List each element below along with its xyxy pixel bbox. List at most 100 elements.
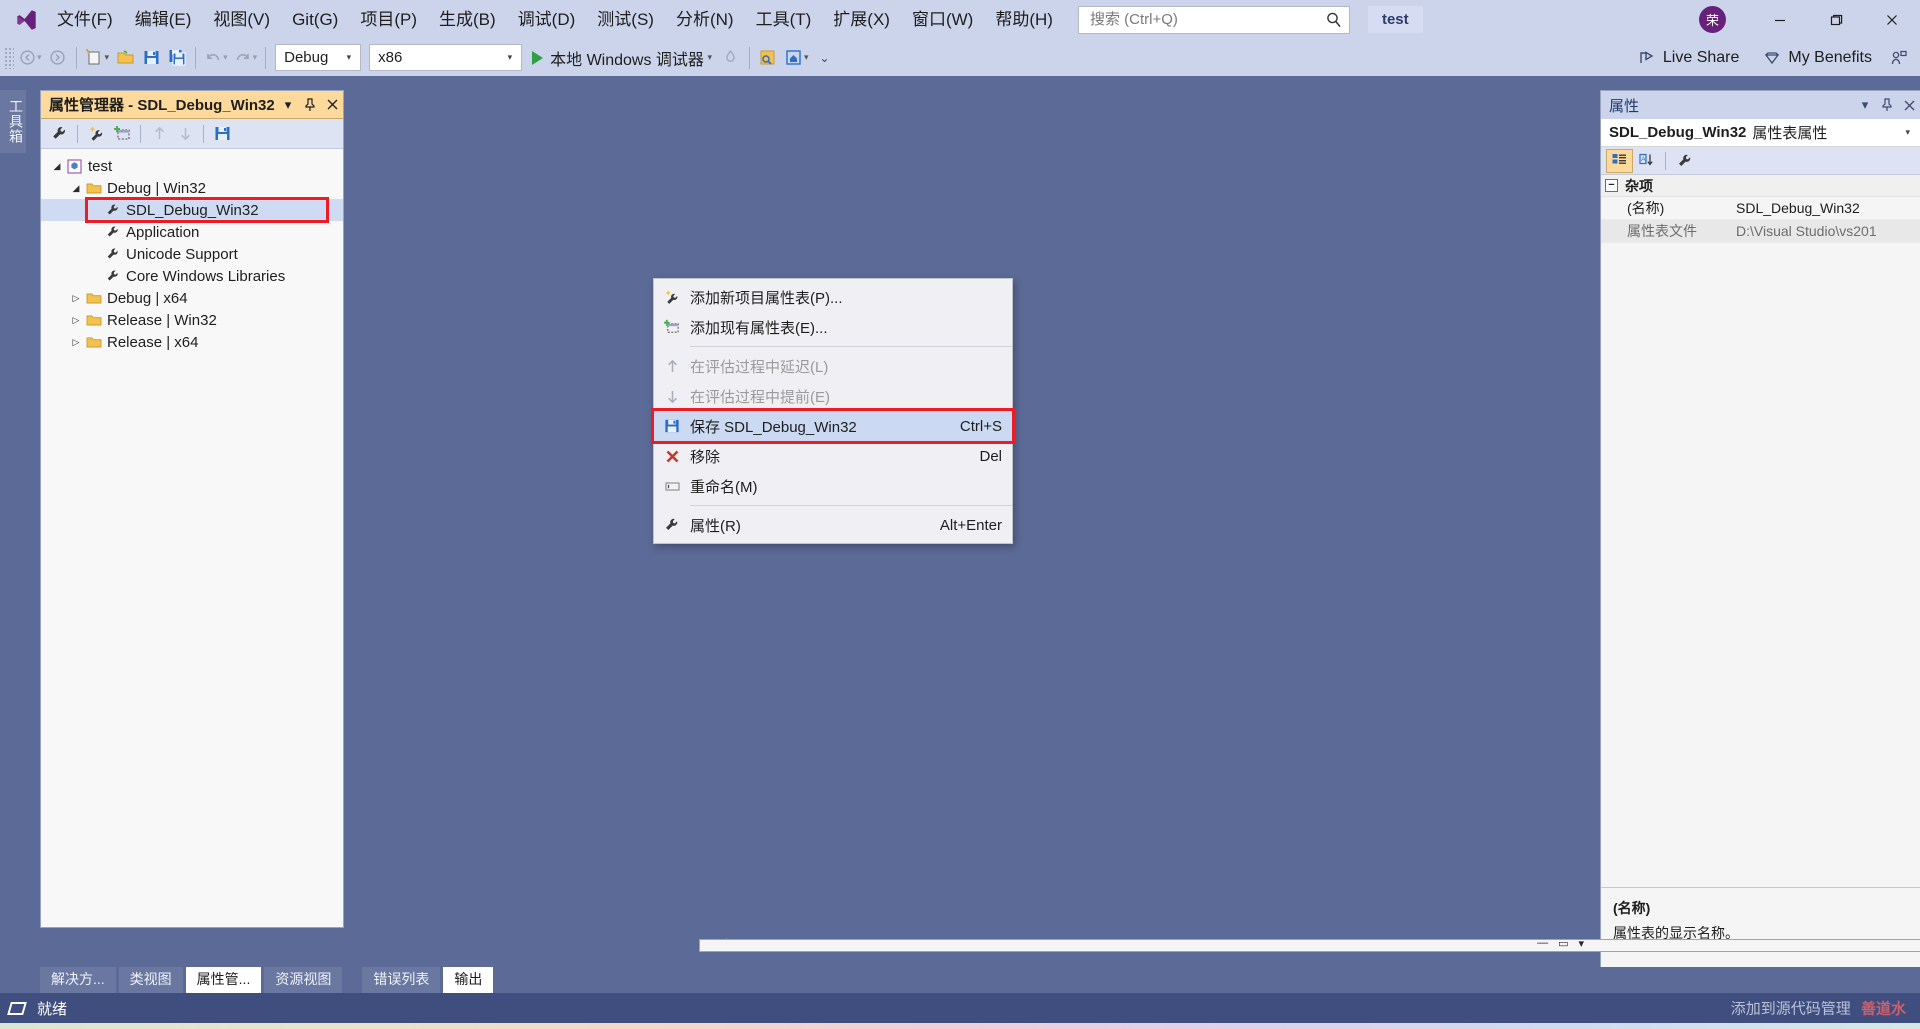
redo-button[interactable]: ▾ bbox=[231, 43, 261, 73]
expander-icon[interactable]: ◢ bbox=[68, 183, 84, 194]
undo-button[interactable]: ▾ bbox=[201, 43, 231, 73]
toolbar-grip[interactable] bbox=[4, 46, 14, 69]
context-menu-item-label: 在评估过程中提前(E) bbox=[690, 388, 830, 406]
menu-tools[interactable]: 工具(T) bbox=[745, 4, 823, 36]
add-existing-sheet-icon bbox=[654, 318, 690, 336]
start-debugging-button[interactable]: 本地 Windows 调试器 ▾ bbox=[526, 43, 718, 73]
menu-build[interactable]: 生成(B) bbox=[428, 4, 507, 36]
chevron-down-icon[interactable]: ▾ bbox=[1899, 127, 1916, 138]
play-icon bbox=[532, 50, 544, 65]
expander-icon[interactable]: ▷ bbox=[68, 337, 84, 348]
navigate-forward-button[interactable] bbox=[45, 43, 71, 73]
alphabetical-view-button[interactable]: A bbox=[1633, 149, 1660, 173]
context-menu-item-label: 移除 bbox=[690, 448, 721, 466]
context-menu-item-add-existing-property-sheet[interactable]: 添加现有属性表(E)... bbox=[654, 312, 1012, 342]
close-button[interactable] bbox=[1864, 0, 1920, 39]
menu-git[interactable]: Git(G) bbox=[281, 4, 349, 36]
property-row-name[interactable]: (名称) SDL_Debug_Win32 bbox=[1601, 197, 1920, 220]
context-menu-item-advance-in-evaluation[interactable]: 在评估过程中提前(E) bbox=[654, 381, 1012, 411]
expander-icon[interactable]: ▷ bbox=[68, 315, 84, 326]
panel-dropdown-button[interactable]: ▾ bbox=[1854, 93, 1876, 117]
tree-item-debug-win32[interactable]: ◢ Debug | Win32 bbox=[41, 177, 343, 199]
navigate-back-button[interactable]: ▾ bbox=[16, 43, 45, 73]
tab-output[interactable]: 输出 bbox=[443, 966, 494, 993]
pin-icon[interactable] bbox=[299, 93, 321, 117]
search-tool-button[interactable] bbox=[755, 43, 781, 73]
context-menu-item-delay-in-evaluation[interactable]: 在评估过程中延迟(L) bbox=[654, 351, 1012, 381]
menu-test[interactable]: 测试(S) bbox=[586, 4, 665, 36]
menu-file[interactable]: 文件(F) bbox=[46, 4, 124, 36]
new-project-button[interactable]: ▾ bbox=[82, 43, 113, 73]
tree-item-core-windows-libraries[interactable]: Core Windows Libraries bbox=[41, 265, 343, 287]
panel-dropdown-button[interactable]: ▾ bbox=[277, 93, 299, 117]
maximize-button[interactable] bbox=[1808, 0, 1864, 39]
toolbar-overflow-button[interactable]: ⌄ bbox=[812, 43, 838, 73]
menu-view[interactable]: 视图(V) bbox=[202, 4, 281, 36]
save-all-button[interactable] bbox=[164, 43, 190, 73]
menu-project[interactable]: 项目(P) bbox=[349, 4, 428, 36]
my-benefits-button[interactable]: My Benefits bbox=[1753, 45, 1882, 71]
tree-item-sdl-debug-win32[interactable]: SDL_Debug_Win32 bbox=[41, 197, 343, 223]
menu-extensions[interactable]: 扩展(X) bbox=[822, 4, 901, 36]
properties-category-misc[interactable]: − 杂项 bbox=[1601, 175, 1920, 197]
add-new-sheet-icon bbox=[89, 126, 102, 141]
toolbar-separator bbox=[203, 124, 204, 143]
pin-icon[interactable] bbox=[1876, 93, 1898, 117]
chevron-down-icon: ▾ bbox=[704, 52, 712, 62]
tree-item-unicode-support[interactable]: Unicode Support bbox=[41, 243, 343, 265]
toolbox-tab[interactable]: 工具箱 bbox=[0, 90, 26, 153]
panel-close-button[interactable] bbox=[1898, 93, 1920, 117]
move-up-button[interactable] bbox=[146, 121, 172, 147]
property-row-sheet-file[interactable]: 属性表文件 D:\Visual Studio\vs201 bbox=[1601, 220, 1920, 243]
tab-class-view[interactable]: 类视图 bbox=[118, 966, 183, 993]
tab-solution-explorer[interactable]: 解决方... bbox=[40, 966, 116, 993]
tree-item-application[interactable]: Application bbox=[41, 221, 343, 243]
expander-icon[interactable]: ◢ bbox=[49, 161, 65, 172]
collapse-icon[interactable]: − bbox=[1605, 179, 1618, 192]
solution-platform-combo[interactable]: x86 ▾ bbox=[369, 44, 523, 71]
tab-error-list[interactable]: 错误列表 bbox=[362, 966, 441, 993]
search-input[interactable] bbox=[1087, 10, 1325, 29]
menu-debug[interactable]: 调试(D) bbox=[507, 4, 587, 36]
tab-resource-view[interactable]: 资源视图 bbox=[264, 966, 343, 993]
tree-item-debug-x64[interactable]: ▷ Debug | x64 bbox=[41, 287, 343, 309]
tree-item-release-win32[interactable]: ▷ Release | Win32 bbox=[41, 309, 343, 331]
expander-icon[interactable]: ▷ bbox=[68, 293, 84, 304]
context-menu-item-remove[interactable]: 移除 Del bbox=[654, 441, 1012, 471]
avatar[interactable]: 荣 bbox=[1699, 6, 1726, 33]
context-menu-item-properties[interactable]: 属性(R) Alt+Enter bbox=[654, 510, 1012, 540]
property-value[interactable]: SDL_Debug_Win32 bbox=[1729, 200, 1920, 216]
open-file-button[interactable] bbox=[112, 43, 138, 73]
context-menu-item-add-new-property-sheet[interactable]: 添加新项目属性表(P)... bbox=[654, 282, 1012, 312]
menu-window[interactable]: 窗口(W) bbox=[901, 4, 984, 36]
properties-object-selector[interactable]: SDL_Debug_Win32 属性表属性 ▾ bbox=[1601, 119, 1920, 147]
menu-help[interactable]: 帮助(H) bbox=[984, 4, 1064, 36]
move-down-button[interactable] bbox=[172, 121, 198, 147]
context-menu-item-save-property-sheet[interactable]: 保存 SDL_Debug_Win32 Ctrl+S bbox=[651, 408, 1015, 444]
panel-close-button[interactable] bbox=[321, 93, 343, 117]
tab-property-manager[interactable]: 属性管... bbox=[185, 966, 262, 993]
context-menu-item-rename[interactable]: 重命名(M) bbox=[654, 471, 1012, 501]
hot-reload-button[interactable] bbox=[718, 43, 744, 73]
save-property-sheet-button[interactable] bbox=[209, 121, 235, 147]
home-button[interactable]: ▾ bbox=[781, 43, 812, 73]
property-pages-button[interactable] bbox=[1671, 149, 1698, 173]
solution-configuration-combo[interactable]: Debug ▾ bbox=[275, 44, 362, 71]
output-maximize-button[interactable]: ▭ bbox=[1558, 937, 1568, 950]
output-minimize-button[interactable]: — bbox=[1537, 937, 1548, 950]
add-existing-property-sheet-button[interactable] bbox=[109, 121, 135, 147]
tree-item-test[interactable]: ◢ test bbox=[41, 155, 343, 177]
save-button[interactable] bbox=[138, 43, 164, 73]
categorized-view-button[interactable] bbox=[1606, 148, 1633, 173]
menu-analyze[interactable]: 分析(N) bbox=[665, 4, 745, 36]
send-feedback-button[interactable] bbox=[1886, 43, 1912, 73]
search-box[interactable] bbox=[1077, 5, 1350, 34]
output-dropdown-button[interactable]: ▾ bbox=[1578, 937, 1584, 950]
tree-item-release-x64[interactable]: ▷ Release | x64 bbox=[41, 331, 343, 353]
add-new-property-sheet-button[interactable] bbox=[83, 121, 109, 147]
live-share-button[interactable]: Live Share bbox=[1628, 45, 1750, 71]
property-key: 属性表文件 bbox=[1627, 223, 1697, 239]
minimize-button[interactable] bbox=[1752, 0, 1808, 39]
menu-edit[interactable]: 编辑(E) bbox=[124, 4, 203, 36]
properties-wrench-button[interactable] bbox=[46, 121, 72, 147]
